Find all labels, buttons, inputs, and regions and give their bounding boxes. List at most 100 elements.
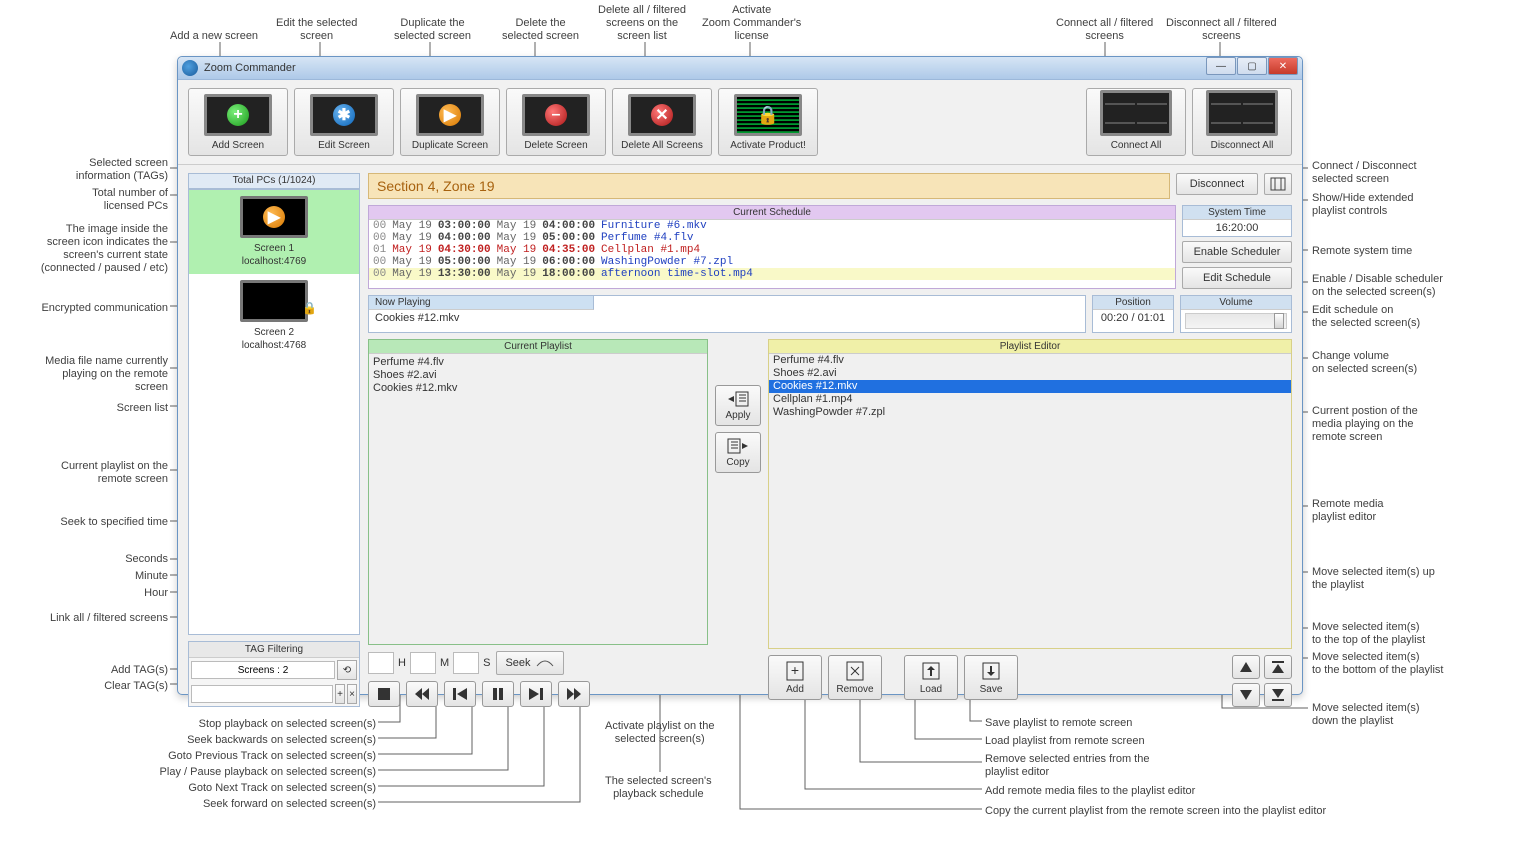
schedule-row[interactable]: 01 May 1904:30:00 May 1904:35:00 Cellpla… — [369, 244, 1175, 256]
delete-all-icon: ✕ — [628, 94, 696, 136]
callout: The selected screen'splayback schedule — [605, 775, 712, 801]
callout: Load playlist from remote screen — [985, 735, 1145, 748]
callout: Add remote media files to the playlist e… — [985, 785, 1195, 798]
callout: Clear TAG(s) — [60, 680, 168, 693]
playlist-item[interactable]: Cookies #12.mkv — [373, 382, 703, 395]
callout: Activate playlist on theselected screen(… — [605, 720, 714, 746]
clear-tag-button[interactable]: × — [347, 684, 357, 704]
seek-icon — [535, 658, 555, 668]
callout: Move selected item(s)to the bottom of th… — [1312, 651, 1443, 677]
toggle-extended-button[interactable] — [1264, 173, 1292, 195]
editor-item[interactable]: WashingPowder #7.zpl — [769, 406, 1291, 419]
volume-panel: Volume — [1180, 295, 1292, 333]
minimize-button[interactable]: — — [1206, 57, 1236, 75]
add-tag-button[interactable]: + — [335, 684, 345, 704]
connect-all-button[interactable]: Connect All — [1086, 88, 1186, 156]
play-pause-button[interactable] — [482, 681, 514, 707]
tag-input[interactable] — [191, 685, 333, 703]
editor-item[interactable]: Shoes #2.avi — [769, 367, 1291, 380]
edit-screen-icon: ✱ — [310, 94, 378, 136]
now-playing-panel: Now Playing Cookies #12.mkv — [368, 295, 1086, 333]
disconnect-all-button[interactable]: Disconnect All — [1192, 88, 1292, 156]
second-input[interactable] — [453, 652, 479, 674]
seek-forward-button[interactable] — [558, 681, 590, 707]
volume-slider[interactable] — [1185, 313, 1287, 329]
current-playlist-body[interactable]: Perfume #4.flvShoes #2.aviCookies #12.mk… — [369, 354, 707, 397]
section-title: Section 4, Zone 19 — [368, 173, 1170, 199]
copy-icon — [726, 437, 750, 455]
playlist-editor-body[interactable]: Perfume #4.flvShoes #2.aviCookies #12.mk… — [769, 354, 1291, 419]
link-screens-button[interactable]: ⟲ — [337, 660, 357, 680]
now-playing-file: Cookies #12.mkv — [369, 310, 1085, 326]
add-screen-button[interactable]: + Add Screen — [188, 88, 288, 156]
position-value: 00:20 / 01:01 — [1093, 310, 1173, 326]
tag-filter-panel: TAG Filtering ⟲ + × — [188, 641, 360, 707]
callout: The image inside thescreen icon indicate… — [20, 223, 168, 275]
callout: Remove selected entries from theplaylist… — [985, 753, 1149, 779]
screen-item[interactable]: Screen 2 localhost:4768 🔒 — [189, 274, 359, 358]
edit-schedule-button[interactable]: Edit Schedule — [1182, 267, 1292, 289]
schedule-body[interactable]: 00 May 1903:00:00 May 1904:00:00 Furnitu… — [369, 220, 1175, 280]
editor-item[interactable]: Perfume #4.flv — [769, 354, 1291, 367]
pl-save-button[interactable]: Save — [964, 655, 1018, 700]
close-button[interactable]: ✕ — [1268, 57, 1298, 75]
move-top-button[interactable] — [1264, 655, 1292, 679]
move-bottom-button[interactable] — [1264, 683, 1292, 707]
copy-playlist-button[interactable]: Copy — [715, 432, 761, 473]
enable-scheduler-button[interactable]: Enable Scheduler — [1182, 241, 1292, 263]
screen-list[interactable]: ▶ Screen 1 localhost:4769 Screen 2 local… — [188, 189, 360, 635]
apply-playlist-button[interactable]: Apply — [715, 385, 761, 426]
disconnect-button[interactable]: Disconnect — [1176, 173, 1258, 195]
schedule-row[interactable]: 00 May 1905:00:00 May 1906:00:00 Washing… — [369, 256, 1175, 268]
screens-count-field[interactable] — [191, 661, 335, 679]
svg-text:+: + — [791, 662, 799, 678]
pl-load-button[interactable]: Load — [904, 655, 958, 700]
callout: Current postion of themedia playing on t… — [1312, 405, 1418, 444]
pl-remove-button[interactable]: Remove — [828, 655, 882, 700]
add-file-icon: + — [784, 660, 806, 682]
editor-item[interactable]: Cookies #12.mkv — [769, 380, 1291, 393]
callout: Media file name currentlyplaying on the … — [10, 355, 168, 394]
callout: Move selected item(s) upthe playlist — [1312, 566, 1435, 592]
move-down-button[interactable] — [1232, 683, 1260, 707]
disconnect-all-icon — [1206, 90, 1278, 136]
seek-back-button[interactable] — [406, 681, 438, 707]
activate-product-button[interactable]: 🔒 Activate Product! — [718, 88, 818, 156]
callout: Current playlist on theremote screen — [30, 460, 168, 486]
prev-track-button[interactable] — [444, 681, 476, 707]
delete-all-screens-button[interactable]: ✕ Delete All Screens — [612, 88, 712, 156]
callout: Minute — [60, 570, 168, 583]
delete-screen-button[interactable]: – Delete Screen — [506, 88, 606, 156]
callout: ActivateZoom Commander'slicense — [702, 4, 801, 43]
total-pcs-label: Total PCs (1/1024) — [188, 173, 360, 189]
playlist-item[interactable]: Perfume #4.flv — [373, 356, 703, 369]
callout: Add a new screen — [170, 30, 258, 43]
stop-button[interactable] — [368, 681, 400, 707]
editor-item[interactable]: Cellplan #1.mp4 — [769, 393, 1291, 406]
schedule-title: Current Schedule — [369, 206, 1175, 220]
edit-screen-button[interactable]: ✱ Edit Screen — [294, 88, 394, 156]
seek-button[interactable]: Seek — [496, 651, 563, 675]
minute-input[interactable] — [410, 652, 436, 674]
tag-filter-title: TAG Filtering — [189, 642, 359, 658]
next-track-button[interactable] — [520, 681, 552, 707]
callout: Move selected item(s)to the top of the p… — [1312, 621, 1425, 647]
playlist-item[interactable]: Shoes #2.avi — [373, 369, 703, 382]
screen-item[interactable]: ▶ Screen 1 localhost:4769 — [189, 190, 359, 274]
callout: Duplicate theselected screen — [394, 17, 471, 43]
schedule-panel: Current Schedule 00 May 1903:00:00 May 1… — [368, 205, 1176, 289]
duplicate-screen-button[interactable]: ▶ Duplicate Screen — [400, 88, 500, 156]
add-screen-icon: + — [204, 94, 272, 136]
schedule-row[interactable]: 00 May 1913:30:00 May 1918:00:00 afterno… — [369, 268, 1175, 280]
callout: Goto Previous Track on selected screen(s… — [140, 750, 376, 763]
callout: Play / Pause playback on selected screen… — [140, 766, 376, 779]
sidebar: Total PCs (1/1024) ▶ Screen 1 localhost:… — [188, 173, 360, 707]
schedule-row[interactable]: 00 May 1904:00:00 May 1905:00:00 Perfume… — [369, 232, 1175, 244]
maximize-button[interactable]: ▢ — [1237, 57, 1267, 75]
hour-input[interactable] — [368, 652, 394, 674]
position-panel: Position 00:20 / 01:01 — [1092, 295, 1174, 333]
pl-add-button[interactable]: + Add — [768, 655, 822, 700]
schedule-row[interactable]: 00 May 1903:00:00 May 1904:00:00 Furnitu… — [369, 220, 1175, 232]
move-up-button[interactable] — [1232, 655, 1260, 679]
callout: Copy the current playlist from the remot… — [985, 805, 1326, 818]
